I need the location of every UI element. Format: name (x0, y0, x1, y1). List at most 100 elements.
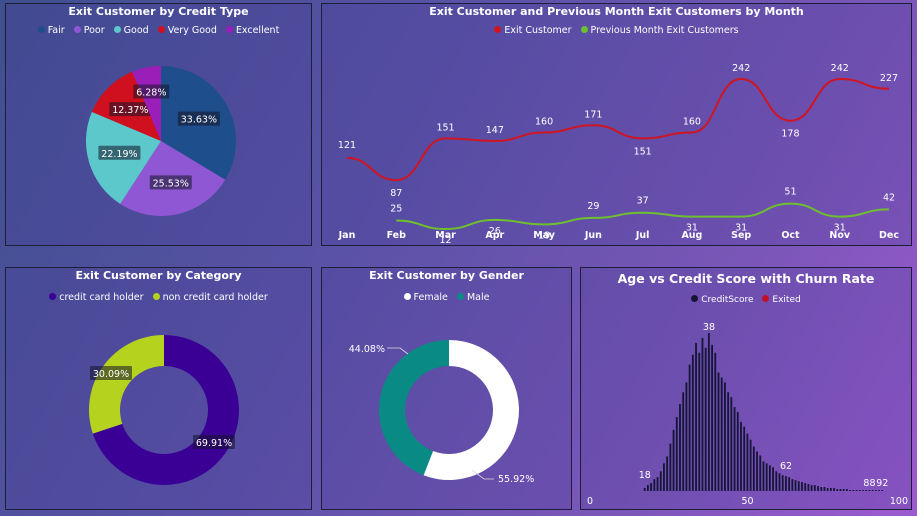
histogram-bar (874, 490, 877, 491)
pie-label: 22.19% (101, 149, 137, 160)
histogram-bar (849, 490, 852, 491)
histogram-bar (701, 337, 704, 491)
histogram-bar (704, 347, 707, 491)
histogram-bar (707, 333, 710, 491)
data-label: 25 (390, 204, 402, 215)
histogram-bar (846, 489, 848, 491)
donut-label: 55.92% (498, 474, 534, 485)
histogram-bar (714, 352, 717, 491)
histogram-bar (669, 443, 672, 491)
monthly-exit-line-chart: 12187151 14716017115116024217824222725122… (338, 63, 899, 246)
histogram-bar (865, 490, 868, 491)
histogram-bar (823, 487, 826, 491)
bar-annotation: 38 (703, 322, 715, 333)
histogram-bar (736, 412, 739, 491)
histogram-bar (691, 354, 694, 491)
histogram-bar (656, 477, 659, 491)
x-tick-label: Dec (879, 230, 899, 241)
pie-label: 25.53% (153, 178, 189, 189)
histogram-bar (695, 342, 697, 491)
x-tick-label: Mar (435, 230, 456, 241)
monthly-exit-panel: Exit Customer and Previous Month Exit Cu… (321, 3, 912, 246)
age-credit-histogram: 18 38 62 88 92 0 50 100 (587, 322, 908, 507)
histogram-bar (781, 475, 784, 491)
histogram-bar (829, 488, 832, 491)
x-tick-label: 0 (587, 496, 593, 507)
data-label: 227 (880, 73, 898, 84)
x-tick-label: Aug (681, 230, 702, 241)
credit-type-pie-chart: 33.63% 25.53% 22.19% 12.37% 6.28% (85, 66, 236, 217)
histogram-bar (801, 482, 803, 491)
histogram-bar (682, 392, 685, 491)
histogram-bar (685, 382, 688, 491)
data-label: 29 (587, 201, 599, 212)
histogram-bar (746, 433, 749, 491)
histogram-bar (794, 480, 797, 491)
x-tick-label: 50 (741, 496, 753, 507)
x-tick-label: Jul (635, 230, 650, 241)
donut-label: 44.08% (349, 344, 385, 355)
histogram-bar (724, 382, 726, 491)
histogram-bar (807, 484, 810, 491)
histogram-bar (836, 489, 839, 491)
bar-annotation: 88 (863, 478, 875, 489)
series-line-1 (396, 202, 890, 231)
histogram-bar (788, 477, 791, 491)
histogram-bar (768, 465, 771, 491)
histogram-bar (878, 490, 880, 491)
histogram-bar (650, 483, 652, 491)
histogram-bar (717, 372, 720, 491)
histogram-bar (785, 476, 787, 491)
histogram-bar (733, 407, 736, 491)
histogram-bar (675, 416, 678, 491)
data-label: 151 (634, 146, 652, 157)
histogram-bar (752, 446, 755, 491)
histogram-bar (765, 463, 768, 491)
histogram-bar (775, 471, 778, 491)
pie-label: 12.37% (112, 105, 148, 116)
data-label: 160 (683, 116, 701, 127)
histogram-bar (762, 461, 765, 491)
x-tick-label: Sep (731, 230, 751, 241)
leader-line (387, 347, 409, 355)
histogram-bar (663, 463, 665, 491)
histogram-bar (791, 479, 794, 491)
histogram-bar (855, 490, 858, 491)
histogram-bar (804, 483, 807, 491)
x-tick-label: Jan (338, 230, 356, 241)
histogram-bar (666, 456, 669, 491)
histogram-bar (868, 490, 871, 491)
donut-slice (89, 335, 164, 434)
histogram-bar (730, 397, 733, 491)
histogram-bar (643, 488, 646, 491)
gender-panel: Exit Customer by Gender Female Male 55.9… (321, 267, 572, 510)
data-label: 37 (637, 196, 649, 207)
histogram-bar (826, 488, 829, 491)
histogram-bar (720, 377, 723, 491)
x-tick-label: Jun (584, 230, 602, 241)
donut-label: 30.09% (93, 369, 129, 380)
histogram-bar (778, 473, 781, 491)
histogram-bar (871, 490, 874, 491)
histogram-bar (842, 489, 845, 491)
histogram-bar (797, 481, 800, 491)
histogram-bar (839, 489, 842, 491)
histogram-bar (820, 487, 823, 491)
histogram-bar (688, 364, 691, 491)
pie-label: 6.28% (136, 87, 166, 98)
category-donut-chart: 69.91% 30.09% (89, 335, 239, 485)
histogram-bar (646, 485, 649, 491)
data-label: 147 (486, 125, 504, 136)
data-label: 51 (784, 187, 796, 198)
data-label: 42 (883, 192, 895, 203)
data-label: 242 (831, 63, 849, 74)
data-label: 87 (390, 188, 402, 199)
data-label: 242 (732, 63, 750, 74)
x-tick-label: Apr (485, 230, 504, 241)
data-label: 160 (535, 116, 553, 127)
histogram-bar (659, 471, 662, 491)
x-tick-label: 100 (890, 496, 908, 507)
bar-annotation: 18 (639, 470, 651, 481)
histogram-bar (881, 490, 884, 491)
bar-annotation: 62 (780, 461, 792, 472)
